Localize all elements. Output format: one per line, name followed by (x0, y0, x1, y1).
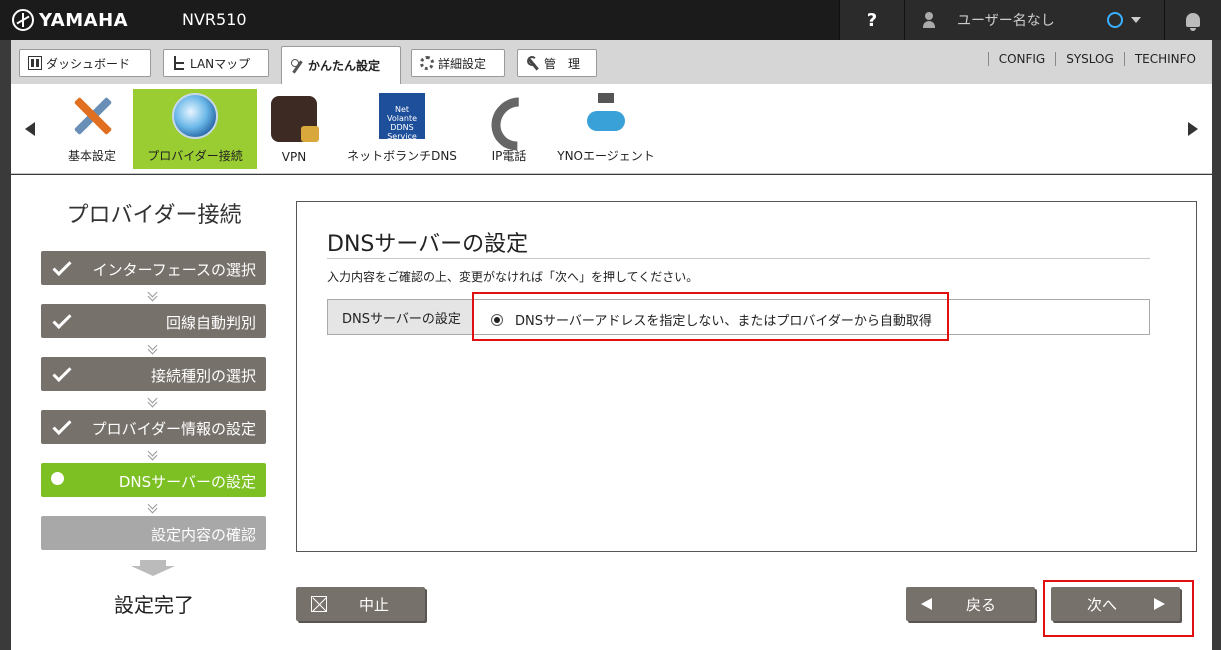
scroll-right-icon[interactable] (1188, 122, 1198, 136)
syslog-link[interactable]: SYSLOG (1055, 52, 1124, 66)
wizard-step-connection-type: 接続種別の選択 (41, 357, 266, 391)
dns-settings-panel: DNSサーバーの設定 入力内容をご確認の上、変更がなければ「次へ」を押してくださ… (296, 201, 1197, 552)
subnav-netvolante-dns[interactable]: Net Volante DDNS Service ネットボランチDNS (339, 89, 465, 169)
step-label: 回線自動判別 (165, 314, 256, 332)
ddns-icon: Net Volante DDNS Service (379, 93, 425, 141)
user-menu[interactable]: ユーザー名なし (904, 0, 1164, 40)
subnav-yno-agent[interactable]: YNOエージェント (551, 89, 661, 169)
current-step-icon (51, 472, 64, 485)
panel-title: DNSサーバーの設定 (327, 232, 529, 257)
step-label: プロバイダー情報の設定 (91, 420, 256, 438)
wizard-step-provider-info: プロバイダー情報の設定 (41, 410, 266, 444)
arrow-down-icon (131, 560, 175, 578)
help-icon: ? (866, 9, 878, 31)
chevron-down-icon (148, 342, 158, 354)
tab-dashboard[interactable]: ダッシュボード (19, 49, 151, 77)
abort-label: 中止 (359, 596, 390, 614)
chevron-down-icon (148, 289, 158, 301)
tab-label: 詳細設定 (438, 56, 487, 71)
top-bar: YAMAHA NVR510 ? ユーザー名なし (0, 0, 1221, 40)
vpn-lock-icon (271, 96, 319, 142)
config-link[interactable]: CONFIG (987, 52, 1056, 66)
close-box-icon (311, 596, 327, 612)
radio-selected-icon[interactable] (491, 313, 503, 326)
check-icon (52, 362, 72, 383)
check-icon (52, 415, 72, 436)
globe-icon (172, 93, 218, 139)
tab-advanced-settings[interactable]: 詳細設定 (411, 49, 505, 77)
notification-button[interactable] (1164, 0, 1221, 40)
wizard-step-line-detect: 回線自動判別 (41, 304, 266, 338)
triangle-right-icon (1154, 598, 1165, 610)
ddns-badge-text: Net Volante DDNS Service (387, 105, 417, 141)
step-label: DNSサーバーの設定 (118, 473, 256, 491)
tab-lan-map[interactable]: LANマップ (163, 49, 269, 77)
divider (327, 258, 1150, 259)
wand-icon (290, 58, 304, 73)
tab-management[interactable]: 管 理 (517, 49, 597, 77)
tab-label: ダッシュボード (46, 56, 131, 71)
phone-icon (486, 93, 532, 139)
tab-label: LANマップ (190, 56, 251, 71)
model-name: NVR510 (182, 10, 247, 29)
step-label: 設定内容の確認 (150, 526, 256, 544)
easy-setup-nav: 基本設定 プロバイダー接続 VPN Net Volante DDNS Servi… (11, 84, 1212, 174)
wrench-icon (526, 56, 540, 70)
dashboard-icon (28, 56, 42, 70)
tab-label: かんたん設定 (308, 59, 381, 73)
main-content: プロバイダー接続 インターフェースの選択 回線自動判別 接続種別の選択 プロバイ… (11, 175, 1212, 650)
back-button[interactable]: 戻る (906, 587, 1035, 621)
dns-setting-row: DNSサーバーの設定 DNSサーバーアドレスを指定しない、またはプロバイダーから… (327, 299, 1150, 335)
wizard-step-interface: インターフェースの選択 (41, 251, 266, 285)
wizard-final-step: 設定完了 (114, 593, 194, 617)
help-button[interactable]: ? (839, 0, 904, 40)
wizard-step-dns: DNSサーバーの設定 (41, 463, 266, 497)
dns-auto-option-label: DNSサーバーアドレスを指定しない、またはプロバイダーから自動取得 (515, 314, 932, 329)
subnav-vpn[interactable]: VPN (267, 89, 321, 169)
network-icon (583, 93, 629, 139)
scroll-left-icon[interactable] (25, 122, 35, 136)
step-label: インターフェースの選択 (92, 261, 256, 279)
back-label: 戻る (966, 596, 997, 614)
dns-auto-option[interactable]: DNSサーバーアドレスを指定しない、またはプロバイダーから自動取得 (491, 310, 932, 329)
step-label: 接続種別の選択 (150, 367, 256, 385)
chevron-down-icon (148, 501, 158, 513)
check-icon (52, 309, 72, 330)
yamaha-logo-icon (12, 9, 34, 31)
check-icon (52, 256, 72, 277)
status-ring-icon (1106, 12, 1123, 28)
subnav-label: VPN (281, 150, 307, 164)
lan-map-icon (172, 56, 186, 70)
tools-icon (69, 93, 115, 139)
abort-button[interactable]: 中止 (296, 587, 425, 621)
subnav-ip-phone[interactable]: IP電話 (481, 89, 537, 169)
dns-setting-label: DNSサーバーの設定 (328, 300, 473, 334)
next-label: 次へ (1087, 596, 1118, 614)
brand-name: YAMAHA (39, 9, 129, 31)
panel-description: 入力内容をご確認の上、変更がなければ「次へ」を押してください。 (327, 270, 699, 284)
chevron-down-icon (148, 395, 158, 407)
bell-icon (1186, 13, 1200, 31)
subnav-label: YNOエージェント (557, 149, 655, 163)
gear-icon (420, 56, 434, 70)
user-name: ユーザー名なし (957, 13, 1055, 29)
chevron-down-icon (148, 448, 158, 460)
chevron-down-icon (1130, 17, 1141, 23)
subnav-label: プロバイダー接続 (147, 149, 243, 163)
wizard-title: プロバイダー接続 (66, 203, 242, 228)
subnav-label: ネットボランチDNS (347, 149, 457, 163)
main-tab-bar: ダッシュボード LANマップ かんたん設定 詳細設定 管 理 CONFIG SY… (11, 40, 1212, 84)
header-links: CONFIG SYSLOG TECHINFO (987, 52, 1206, 66)
techinfo-link[interactable]: TECHINFO (1123, 52, 1206, 66)
subnav-label: 基本設定 (67, 149, 116, 163)
triangle-left-icon (921, 598, 932, 610)
subnav-provider-connection[interactable]: プロバイダー接続 (133, 89, 257, 169)
tab-label: 管 理 (544, 56, 581, 71)
user-icon (923, 12, 935, 28)
subnav-basic-settings[interactable]: 基本設定 (59, 89, 125, 169)
tab-easy-setup[interactable]: かんたん設定 (281, 46, 401, 84)
yamaha-logo: YAMAHA (12, 8, 128, 32)
wizard-step-confirm: 設定内容の確認 (41, 516, 266, 550)
next-button[interactable]: 次へ (1051, 587, 1180, 621)
